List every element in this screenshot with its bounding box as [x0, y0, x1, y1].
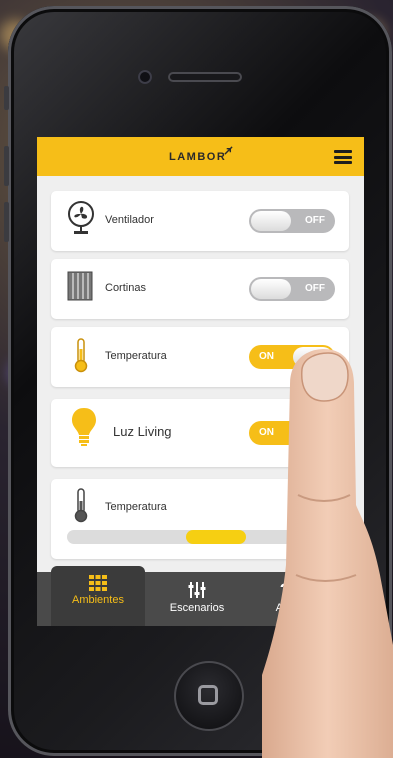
- toggle-state: OFF: [305, 283, 325, 294]
- home-button[interactable]: [174, 661, 244, 731]
- ventilador-toggle[interactable]: OFF: [249, 209, 335, 233]
- toggle-knob: [251, 279, 291, 299]
- sliders-icon: [188, 582, 206, 598]
- cortinas-toggle[interactable]: OFF: [249, 277, 335, 301]
- tab-ambientes[interactable]: Ambientes: [51, 566, 145, 626]
- device-label: Cortinas: [105, 282, 146, 294]
- tab-escenarios[interactable]: Escenarios: [149, 572, 245, 626]
- toggle-knob: [251, 211, 291, 231]
- device-label: Temperatura: [105, 350, 167, 362]
- thermometer-icon: [74, 338, 88, 373]
- lightbulb-icon: [72, 408, 96, 446]
- grid-icon: [89, 575, 107, 591]
- volume-up-button: [4, 146, 9, 186]
- thermometer-icon: [74, 488, 88, 523]
- volume-down-button: [4, 202, 9, 242]
- slider-thumb[interactable]: [186, 530, 246, 544]
- tab-label: Escenarios: [169, 602, 225, 614]
- device-card-cortinas: Cortinas OFF: [51, 259, 349, 319]
- fan-icon: [68, 201, 94, 234]
- device-card-ventilador: Ventilador OFF: [51, 191, 349, 251]
- front-camera: [138, 70, 152, 84]
- pointing-finger: [262, 349, 393, 758]
- tab-label: Ambientes: [72, 594, 124, 606]
- mute-switch: [4, 86, 9, 110]
- earpiece-speaker: [168, 72, 242, 82]
- app-logo: LAMBOR: [169, 151, 227, 163]
- home-square-icon: [198, 685, 218, 705]
- device-label: Luz Living: [113, 424, 172, 439]
- blinds-icon: [67, 271, 93, 301]
- toggle-state: OFF: [305, 215, 325, 226]
- device-label: Ventilador: [105, 214, 154, 226]
- menu-icon[interactable]: [334, 150, 352, 164]
- device-label: Temperatura: [105, 501, 167, 513]
- app-header: LAMBOR: [37, 137, 364, 176]
- logo-leaf-icon: [224, 146, 233, 155]
